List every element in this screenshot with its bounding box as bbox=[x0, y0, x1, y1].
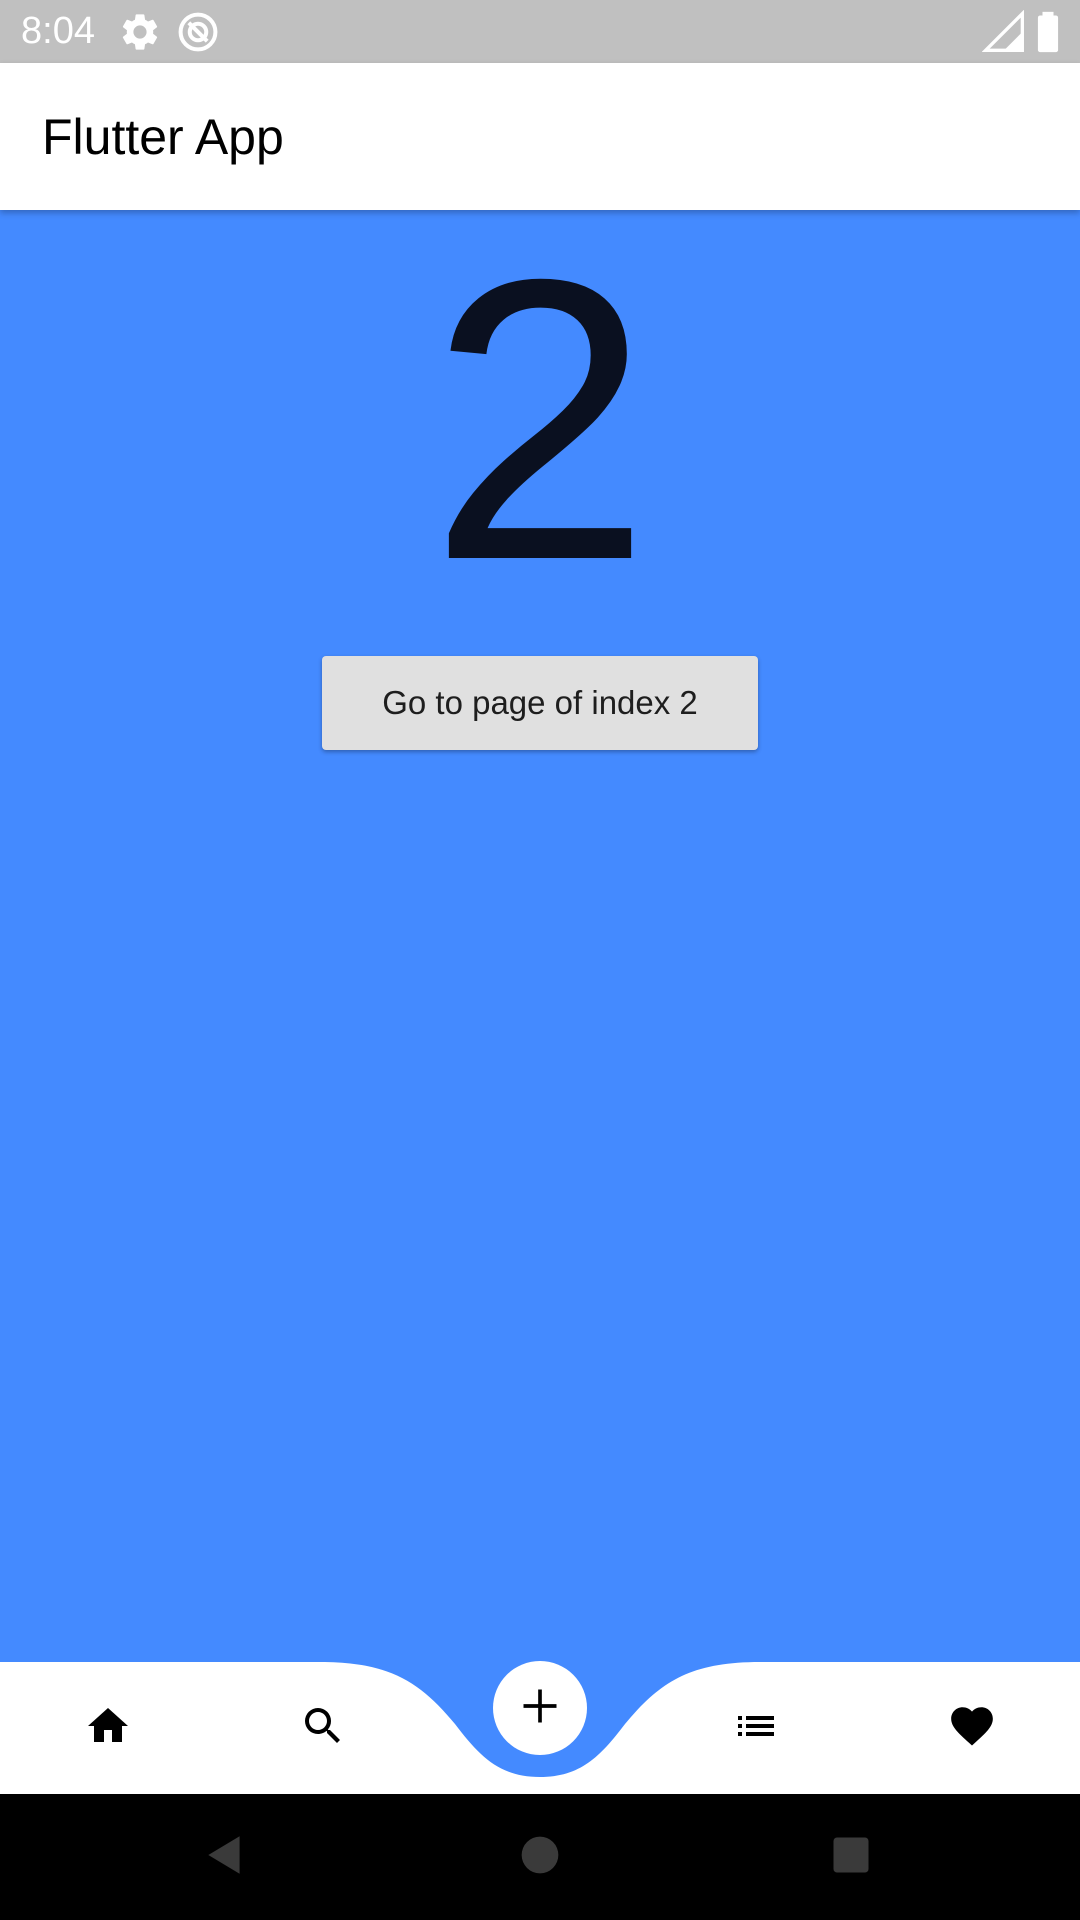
signal-icon bbox=[981, 9, 1026, 54]
system-home-button[interactable] bbox=[507, 1824, 573, 1890]
counter-value: 2 bbox=[428, 196, 652, 643]
nav-home[interactable] bbox=[68, 1688, 148, 1768]
add-icon bbox=[518, 1684, 562, 1733]
status-time: 8:04 bbox=[21, 10, 95, 52]
status-bar: 8:04 bbox=[0, 0, 1080, 63]
system-navigation-bar bbox=[0, 1794, 1080, 1920]
list-icon bbox=[732, 1702, 780, 1755]
search-icon bbox=[299, 1702, 347, 1755]
nav-favorites[interactable] bbox=[932, 1688, 1012, 1768]
heart-icon bbox=[947, 1701, 997, 1756]
page-title: Flutter App bbox=[42, 109, 284, 165]
gear-icon bbox=[118, 10, 162, 54]
nav-add-button[interactable] bbox=[493, 1661, 587, 1755]
nav-list[interactable] bbox=[716, 1688, 796, 1768]
go-to-page-button[interactable]: Go to page of index 2 bbox=[322, 656, 758, 750]
sync-icon bbox=[176, 10, 220, 54]
system-recents-button[interactable] bbox=[818, 1824, 884, 1890]
nav-search[interactable] bbox=[283, 1688, 363, 1768]
recents-icon bbox=[830, 1834, 872, 1881]
back-icon bbox=[200, 1830, 250, 1885]
app-screen: 8:04 Flutter App 2 Go to page of index 2 bbox=[0, 0, 1080, 1920]
battery-icon bbox=[1026, 10, 1070, 54]
system-back-button[interactable] bbox=[192, 1824, 258, 1890]
home-circle-icon bbox=[518, 1833, 562, 1882]
app-bar: Flutter App bbox=[0, 63, 1080, 210]
home-icon bbox=[84, 1702, 132, 1755]
